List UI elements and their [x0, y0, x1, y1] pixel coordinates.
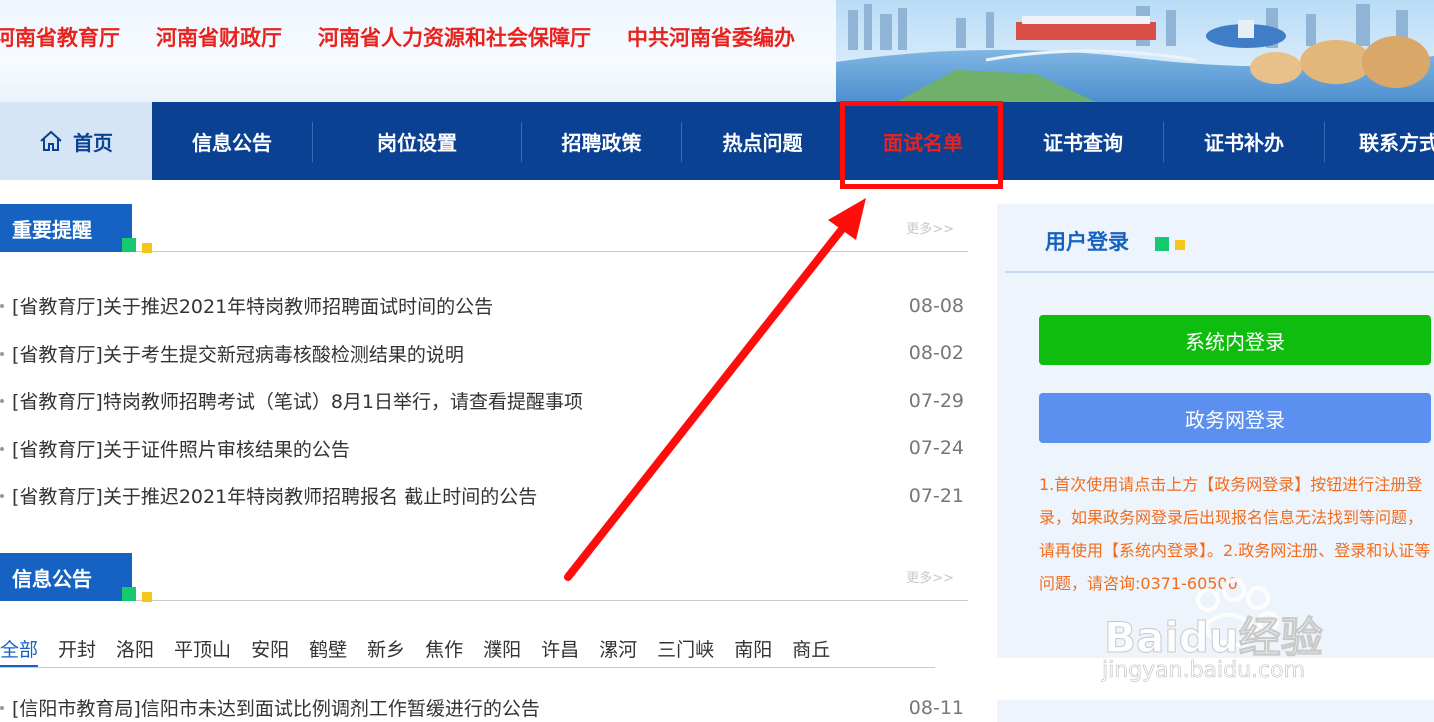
bullet — [0, 494, 4, 498]
important-section-title: 重要提醒 — [0, 204, 132, 252]
gov-network-login-button[interactable]: 政务网登录 — [1039, 393, 1431, 443]
news-date: 07-29 — [908, 389, 964, 412]
link-finance-dept[interactable]: 河南省财政厅 — [156, 22, 282, 52]
side-panel — [997, 700, 1434, 722]
info-news-list: [信阳市教育局]信阳市未达到面试比例调剂工作暂缓进行的公告 08-11 — [0, 684, 968, 722]
news-title[interactable]: [信阳市教育局]信阳市未达到面试比例调剂工作暂缓进行的公告 — [12, 694, 540, 721]
decor-square-green — [122, 587, 136, 601]
nav-certificate-reissue[interactable]: 证书补办 — [1164, 102, 1324, 180]
login-notice: 1.首次使用请点击上方【政务网登录】按钮进行注册登录，如果政务网登录后出现报名信… — [1039, 475, 1431, 593]
bullet — [0, 351, 4, 356]
decor-square-green — [122, 238, 136, 252]
region-tab[interactable]: 南阳 — [734, 636, 772, 667]
link-education-dept[interactable]: 河南省教育厅 — [0, 22, 120, 52]
important-news-list: [省教育厅]关于推迟2021年特岗教师招聘面试时间的公告 08-08 [省教育厅… — [0, 282, 968, 520]
region-tab[interactable]: 漯河 — [599, 636, 637, 667]
list-item[interactable]: [信阳市教育局]信阳市未达到面试比例调剂工作暂缓进行的公告 08-11 — [0, 684, 968, 722]
home-icon — [40, 130, 62, 151]
list-item[interactable]: [省教育厅]关于推迟2021年特岗教师招聘面试时间的公告 08-08 — [0, 282, 968, 330]
decor-square-green — [1155, 237, 1169, 251]
news-title[interactable]: [省教育厅]关于推迟2021年特岗教师招聘报名 截止时间的公告 — [12, 482, 537, 509]
region-tab[interactable]: 鹤壁 — [309, 636, 347, 667]
news-title[interactable]: [省教育厅]关于推迟2021年特岗教师招聘面试时间的公告 — [12, 292, 493, 319]
login-title: 用户登录 — [1045, 230, 1129, 254]
system-login-button[interactable]: 系统内登录 — [1039, 315, 1431, 365]
list-item[interactable]: [省教育厅]关于考生提交新冠病毒核酸检测结果的说明 08-02 — [0, 330, 968, 378]
news-title[interactable]: [省教育厅]关于考生提交新冠病毒核酸检测结果的说明 — [12, 340, 464, 367]
news-title[interactable]: [省教育厅]关于证件照片审核结果的公告 — [12, 435, 350, 462]
news-date: 07-21 — [908, 484, 964, 507]
header-banner: 河南省教育厅 河南省财政厅 河南省人力资源和社会保障厅 中共河南省委编办 — [0, 0, 1434, 102]
region-tab[interactable]: 安阳 — [251, 636, 289, 667]
list-item[interactable]: [省教育厅]特岗教师招聘考试（笔试）8月1日举行，请查看提醒事项 07-29 — [0, 377, 968, 425]
nav-positions[interactable]: 岗位设置 — [313, 102, 521, 180]
region-tabs: 全部 开封 洛阳 平顶山 安阳 鹤壁 新乡 焦作 濮阳 许昌 漯河 三门峡 南阳… — [0, 636, 935, 668]
region-tab[interactable]: 焦作 — [425, 636, 463, 667]
bullet — [0, 399, 4, 403]
partner-links: 河南省教育厅 河南省财政厅 河南省人力资源和社会保障厅 中共河南省委编办 — [0, 22, 831, 52]
news-date: 08-02 — [908, 342, 964, 365]
news-date: 07-24 — [908, 437, 964, 460]
divider — [1005, 271, 1434, 273]
info-more-link[interactable]: 更多>> — [906, 567, 954, 586]
region-tab[interactable]: 许昌 — [541, 636, 579, 667]
bullet — [0, 706, 4, 710]
main-nav: 首页 信息公告 岗位设置 招聘政策 热点问题 面试名单 证书查询 证书补办 联系… — [0, 102, 1434, 180]
region-tab[interactable]: 商丘 — [792, 636, 830, 667]
region-tab[interactable]: 新乡 — [367, 636, 405, 667]
info-section-header: 信息公告 更多>> — [0, 553, 968, 602]
region-tab[interactable]: 三门峡 — [657, 636, 714, 667]
nav-contact[interactable]: 联系方式 — [1325, 102, 1434, 180]
highlight-box — [840, 101, 1003, 189]
decor-square-yellow — [142, 243, 152, 253]
nav-hot-topics[interactable]: 热点问题 — [682, 102, 843, 180]
list-item[interactable]: [省教育厅]关于推迟2021年特岗教师招聘报名 截止时间的公告 07-21 — [0, 472, 968, 520]
nav-home-label: 首页 — [73, 130, 113, 155]
region-tab-all[interactable]: 全部 — [0, 636, 39, 667]
decor-square-yellow — [142, 592, 152, 602]
nav-recruitment-policy[interactable]: 招聘政策 — [522, 102, 681, 180]
region-tab[interactable]: 洛阳 — [116, 636, 154, 667]
link-hr-dept[interactable]: 河南省人力资源和社会保障厅 — [318, 22, 591, 52]
important-section-header: 重要提醒 更多>> — [0, 204, 968, 253]
link-staffing-office[interactable]: 中共河南省委编办 — [627, 22, 795, 52]
nav-info-announcements[interactable]: 信息公告 — [152, 102, 312, 180]
login-panel: 用户登录 系统内登录 政务网登录 1.首次使用请点击上方【政务网登录】按钮进行注… — [997, 204, 1434, 658]
bullet — [0, 304, 4, 308]
nav-home[interactable]: 首页 — [0, 102, 152, 180]
important-more-link[interactable]: 更多>> — [906, 218, 954, 237]
info-section-title: 信息公告 — [0, 553, 132, 601]
city-skyline-image — [836, 0, 1434, 102]
news-title[interactable]: [省教育厅]特岗教师招聘考试（笔试）8月1日举行，请查看提醒事项 — [12, 387, 583, 414]
watermark-url: jingyan.baidu.com — [1102, 658, 1306, 684]
region-tab[interactable]: 濮阳 — [483, 636, 521, 667]
region-tab[interactable]: 开封 — [58, 636, 96, 667]
news-date: 08-08 — [908, 294, 964, 317]
news-date: 08-11 — [908, 696, 964, 719]
decor-square-yellow — [1175, 240, 1185, 250]
list-item[interactable]: [省教育厅]关于证件照片审核结果的公告 07-24 — [0, 425, 968, 473]
region-tab[interactable]: 平顶山 — [174, 636, 231, 667]
bullet — [0, 446, 4, 451]
nav-certificate-query[interactable]: 证书查询 — [1003, 102, 1163, 180]
